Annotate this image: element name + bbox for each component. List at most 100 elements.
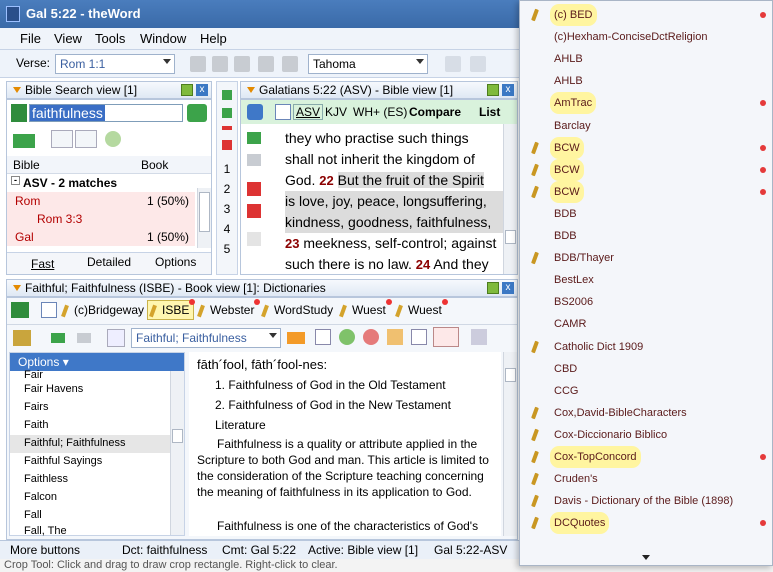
dropdown-item[interactable]: BCW	[520, 136, 772, 159]
dict-tab-wordstudy[interactable]: WordStudy	[259, 300, 338, 320]
list-item[interactable]: Fall	[24, 509, 42, 521]
scroll-down-icon[interactable]	[642, 555, 650, 560]
dropdown-item[interactable]: BDB	[520, 203, 772, 225]
next-chapter-icon[interactable]	[247, 204, 261, 218]
search-icon[interactable]	[41, 302, 57, 318]
menu-arrow-icon[interactable]	[13, 87, 21, 93]
library-icon[interactable]	[11, 302, 29, 318]
bible-scrollbar[interactable]	[503, 124, 517, 274]
more-buttons[interactable]: More buttons	[10, 541, 80, 559]
dropdown-item[interactable]: BDB	[520, 225, 772, 247]
tree-view-icon[interactable]	[51, 130, 73, 148]
dropdown-item[interactable]: Catholic Dict 1909	[520, 336, 772, 358]
dict-tab-bridgeway[interactable]: (c)Bridgeway	[59, 300, 149, 320]
back-arrow-icon[interactable]	[51, 333, 65, 343]
dropdown-item[interactable]: BCW	[520, 180, 772, 203]
preview-icon[interactable]	[315, 329, 331, 345]
next-verse-icon[interactable]	[247, 154, 261, 166]
pin-icon[interactable]	[487, 84, 499, 96]
add-icon[interactable]	[222, 108, 232, 118]
font-combo[interactable]: Tahoma	[308, 54, 428, 74]
cut-icon[interactable]	[190, 56, 206, 72]
menu-arrow-icon[interactable]	[13, 285, 21, 291]
menu-help[interactable]: Help	[200, 31, 227, 46]
forward-arrow-icon[interactable]	[77, 333, 91, 343]
scroll-thumb[interactable]	[199, 192, 210, 232]
copy-page-icon[interactable]	[470, 56, 486, 72]
pin-icon[interactable]	[487, 282, 499, 294]
verse-number[interactable]: 22	[319, 173, 333, 188]
search-dropdown-icon[interactable]	[11, 104, 27, 122]
outline-item[interactable]: 1. Faithfulness of God in the Old Testam…	[215, 376, 446, 394]
result-group[interactable]: - ASV - 2 matches	[7, 174, 199, 192]
topic-scrollbar[interactable]	[170, 371, 184, 535]
dropdown-item[interactable]: CCG	[520, 380, 772, 402]
redo-icon[interactable]	[282, 56, 298, 72]
search-input[interactable]: faithfulness	[29, 104, 183, 122]
paste-icon[interactable]	[234, 56, 250, 72]
tab-detailed[interactable]: Detailed	[87, 255, 131, 269]
prev-chapter-icon[interactable]	[247, 182, 261, 196]
copy-icon[interactable]	[212, 56, 228, 72]
scroll-thumb[interactable]	[172, 429, 183, 443]
tab-fast[interactable]: Fast	[31, 257, 54, 271]
close-icon[interactable]: x	[502, 84, 514, 96]
hand-icon[interactable]	[387, 329, 403, 345]
dropdown-item[interactable]: AHLB	[520, 70, 772, 92]
dropdown-item[interactable]: CAMR	[520, 313, 772, 335]
close-icon[interactable]: x	[196, 84, 208, 96]
list-item[interactable]: Faithful Sayings	[24, 455, 102, 467]
list-view-icon[interactable]	[75, 130, 97, 148]
collapse-icon[interactable]: -	[11, 176, 20, 185]
dropdown-item[interactable]: DCQuotes	[520, 512, 772, 535]
menu-window[interactable]: Window	[140, 31, 186, 46]
dict-tab-wuest-2[interactable]: Wuest	[393, 299, 448, 320]
list-item[interactable]: Fair Havens	[24, 383, 83, 395]
result-row-rom[interactable]: Rom 1 (50%)	[7, 192, 195, 210]
prev-next-topic-icon[interactable]	[287, 332, 305, 344]
verse-number[interactable]: 23	[285, 236, 299, 251]
list-item-selected[interactable]: Faithful; Faithfulness	[10, 435, 170, 453]
result-row-gal[interactable]: Gal 1 (50%)	[7, 228, 195, 246]
dropdown-item[interactable]: AHLB	[520, 48, 772, 70]
dropdown-item[interactable]: Cox,David-BibleCharacters	[520, 402, 772, 424]
verse-number[interactable]: 24	[416, 257, 430, 272]
dropdown-item[interactable]: CBD	[520, 358, 772, 380]
list-item[interactable]: Faithless	[24, 473, 68, 485]
refresh-icon[interactable]	[105, 131, 121, 147]
version-wh-es[interactable]: WH+ (ES)	[353, 105, 407, 119]
book-icon[interactable]	[107, 329, 125, 347]
outline-item[interactable]: Literature	[215, 416, 266, 434]
list-item[interactable]: Fairs	[24, 401, 48, 413]
minus-icon[interactable]	[222, 126, 232, 130]
entry-scrollbar[interactable]	[503, 352, 517, 536]
col-bible[interactable]: Bible	[13, 158, 40, 172]
result-row-rom-3-3[interactable]: Rom 3:3	[7, 210, 195, 228]
outline-item[interactable]: 2. Faithfulness of God in the New Testam…	[215, 396, 451, 414]
list-item[interactable]: Falcon	[24, 491, 57, 503]
search-icon[interactable]	[275, 104, 291, 120]
settings-icon[interactable]	[247, 104, 263, 120]
menu-file[interactable]: File	[20, 31, 41, 46]
crop-icon[interactable]	[411, 329, 427, 345]
list-item[interactable]: Faith	[24, 419, 48, 431]
tab-options[interactable]: Options	[155, 255, 196, 269]
link-icon[interactable]	[247, 232, 261, 246]
menu-arrow-icon[interactable]	[247, 87, 255, 93]
dropdown-item[interactable]: BestLex	[520, 269, 772, 291]
compare-button[interactable]: Compare	[409, 105, 461, 119]
attach-icon[interactable]	[433, 327, 459, 347]
plus-icon[interactable]	[222, 90, 232, 100]
dropdown-item[interactable]: Cox-TopConcord	[520, 446, 772, 468]
results-scrollbar[interactable]	[197, 188, 211, 248]
back-arrow-icon[interactable]	[13, 134, 35, 148]
zoom-in-icon[interactable]	[339, 329, 355, 345]
menu-tools[interactable]: Tools	[95, 31, 125, 46]
version-kjv[interactable]: KJV	[325, 105, 347, 119]
dropdown-item[interactable]: BDB/Thayer	[520, 247, 772, 269]
page-icon[interactable]	[445, 56, 461, 72]
delete-icon[interactable]	[222, 140, 232, 150]
prev-verse-icon[interactable]	[247, 132, 261, 144]
dropdown-item[interactable]: (c)Hexham-ConciseDctReligion	[520, 26, 772, 48]
dropdown-item[interactable]: AmTrac	[520, 92, 772, 115]
